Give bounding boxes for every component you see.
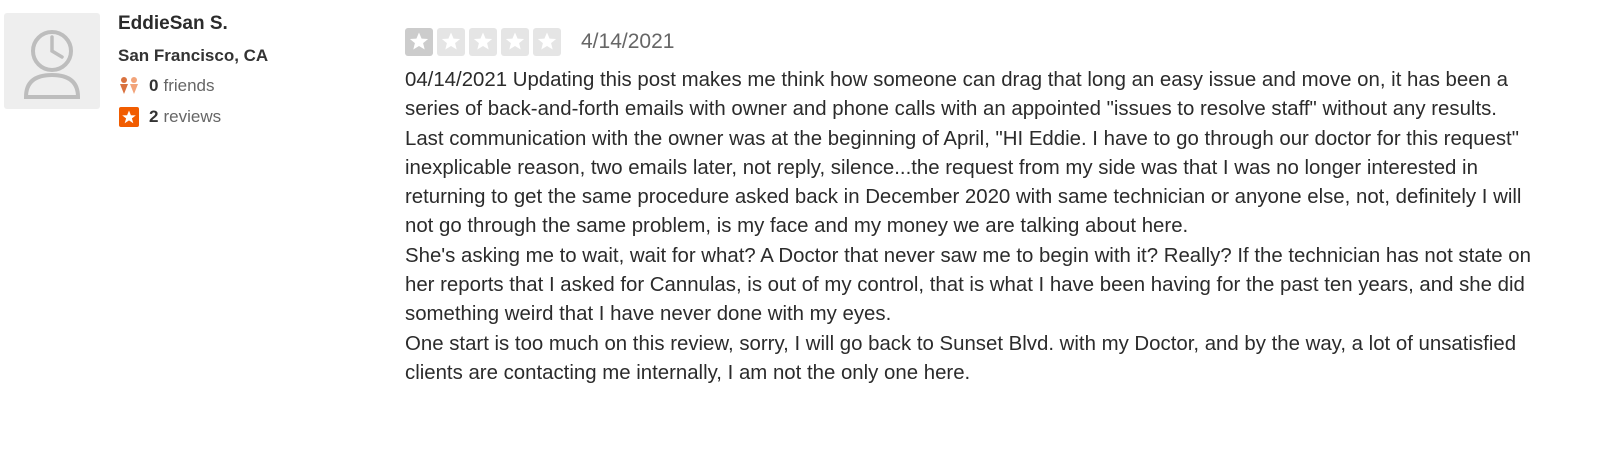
reviews-label: reviews <box>163 107 222 126</box>
review-star-icon <box>118 107 140 127</box>
review-paragraph: She's asking me to wait, wait for what? … <box>405 244 1531 326</box>
friends-count: 0 <box>149 76 159 95</box>
user-name[interactable]: EddieSan S. <box>118 13 228 35</box>
user-location: San Francisco, CA <box>118 46 269 65</box>
friends-icon <box>118 76 140 96</box>
user-avatar[interactable] <box>4 13 100 109</box>
friends-label: friends <box>163 76 215 95</box>
review-paragraph: One start is too much on this review, so… <box>405 332 1517 384</box>
review-date: 4/14/2021 <box>581 30 675 53</box>
star-empty-icon <box>501 28 529 56</box>
review-paragraph: 04/14/2021 Updating this post makes me t… <box>405 69 1508 121</box>
star-empty-icon <box>533 28 561 56</box>
review-card: EddieSan S. San Francisco, CA 0 friends … <box>0 0 1600 471</box>
star-filled-icon <box>405 28 433 56</box>
star-empty-icon <box>469 28 497 56</box>
star-rating <box>405 28 561 56</box>
review-paragraph: Last communication with the owner was at… <box>405 127 1522 238</box>
star-empty-icon <box>437 28 465 56</box>
review-text: 04/14/2021 Updating this post makes me t… <box>405 66 1545 388</box>
friends-stat: 0 friends <box>118 76 215 96</box>
reviews-count: 2 <box>149 107 159 126</box>
reviews-stat: 2 reviews <box>118 107 221 127</box>
default-avatar-icon <box>23 30 81 99</box>
